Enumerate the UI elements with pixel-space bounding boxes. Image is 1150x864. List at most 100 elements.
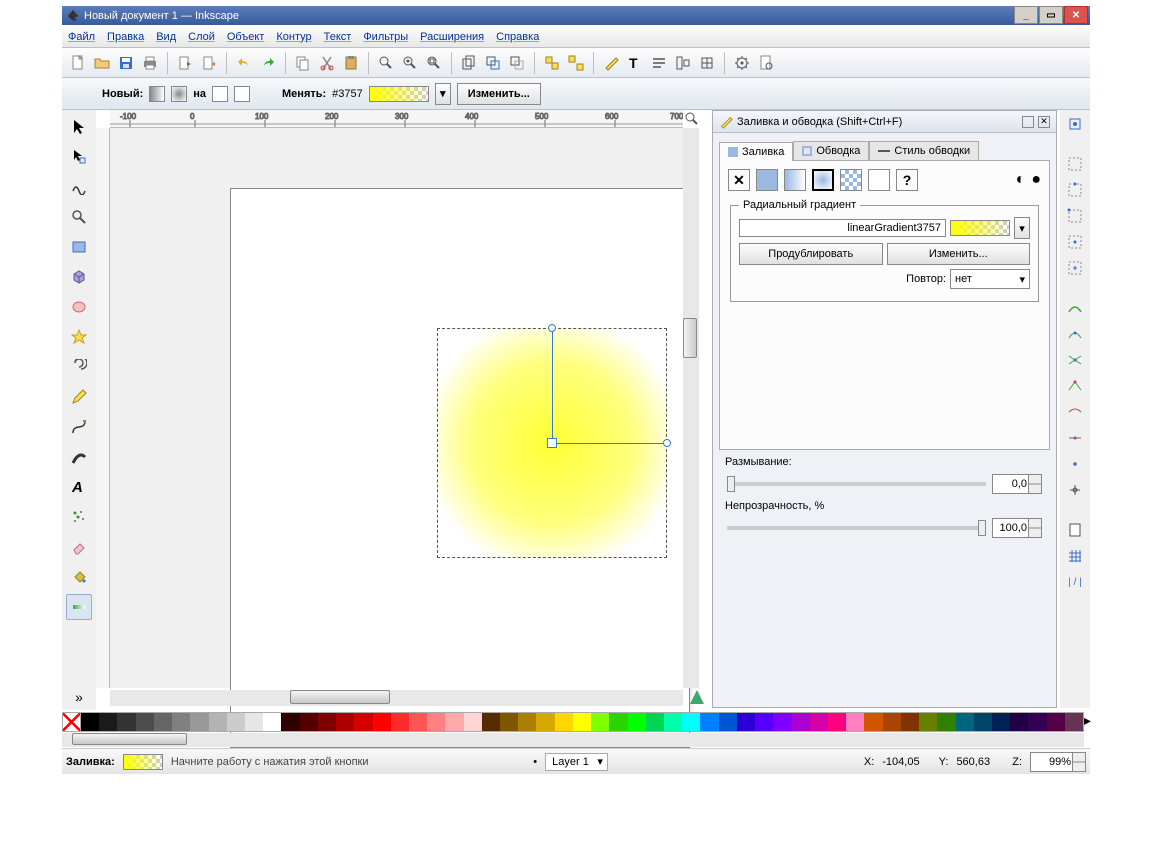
palette-swatch[interactable] [1047, 713, 1065, 731]
palette-swatch[interactable] [919, 713, 937, 731]
menu-help[interactable]: Справка [496, 31, 539, 43]
palette-swatch[interactable] [810, 713, 828, 731]
palette-swatch[interactable] [245, 713, 263, 731]
palette-swatch[interactable] [518, 713, 536, 731]
snap-bbox-edge-icon[interactable] [1065, 180, 1085, 200]
eraser-tool[interactable] [66, 534, 92, 560]
edit-gradient-button-panel[interactable]: Изменить... [887, 243, 1031, 265]
palette-swatch[interactable] [318, 713, 336, 731]
xml-editor-icon[interactable] [649, 53, 669, 73]
text-tool[interactable]: A [66, 474, 92, 500]
palette-scroll-right-icon[interactable]: ▸ [1084, 712, 1091, 729]
window-close-button[interactable]: ✕ [1064, 6, 1088, 24]
palette-swatch[interactable] [737, 713, 755, 731]
duplicate-icon[interactable] [459, 53, 479, 73]
menu-object[interactable]: Объект [227, 31, 264, 43]
menu-edit[interactable]: Правка [107, 31, 144, 43]
snap-bbox-corner-icon[interactable] [1065, 206, 1085, 226]
palette-swatch[interactable] [172, 713, 190, 731]
palette-swatch[interactable] [500, 713, 518, 731]
apply-to-fill-button[interactable] [212, 86, 228, 102]
gradient-center-handle[interactable] [547, 438, 557, 448]
ellipse-tool[interactable] [66, 294, 92, 320]
menu-filters[interactable]: Фильтры [363, 31, 408, 43]
snap-enable-icon[interactable] [1065, 114, 1085, 134]
redo-icon[interactable] [258, 53, 278, 73]
scrollbar-thumb[interactable] [683, 318, 697, 358]
menu-file[interactable]: Файл [68, 31, 95, 43]
paint-pattern-button[interactable] [840, 169, 862, 191]
fillrule-nonzero-icon[interactable]: ● [1031, 171, 1041, 189]
menu-extensions[interactable]: Расширения [420, 31, 484, 43]
palette-swatch[interactable] [190, 713, 208, 731]
tab-stroke-paint[interactable]: Обводка [793, 141, 869, 160]
tab-stroke-style[interactable]: Стиль обводки [869, 141, 979, 160]
palette-swatch[interactable] [901, 713, 919, 731]
canvas-vertical-scrollbar[interactable] [683, 128, 699, 688]
scrollbar-thumb[interactable] [72, 733, 187, 745]
zoom-page-icon[interactable] [424, 53, 444, 73]
paint-unknown-button[interactable]: ? [896, 169, 918, 191]
palette-swatch[interactable] [482, 713, 500, 731]
menu-view[interactable]: Вид [156, 31, 176, 43]
snap-guide-icon[interactable]: | / | [1065, 572, 1085, 592]
palette-swatch[interactable] [864, 713, 882, 731]
panel-detach-icon[interactable] [1022, 116, 1034, 128]
menu-text[interactable]: Текст [324, 31, 352, 43]
palette-swatch[interactable] [992, 713, 1010, 731]
gradient-tool[interactable] [66, 594, 92, 620]
paint-radial-button[interactable] [812, 169, 834, 191]
paste-icon[interactable] [341, 53, 361, 73]
snap-bbox-center-icon[interactable] [1065, 258, 1085, 278]
node-tool[interactable] [66, 144, 92, 170]
gradient-handle-line[interactable] [552, 328, 553, 443]
calligraphy-tool[interactable] [66, 444, 92, 470]
snap-smooth-icon[interactable] [1065, 402, 1085, 422]
canvas-horizontal-scrollbar[interactable] [110, 690, 683, 706]
fillrule-evenodd-icon[interactable]: ◐ [1016, 171, 1026, 189]
palette-swatch[interactable] [409, 713, 427, 731]
palette-swatch[interactable] [956, 713, 974, 731]
new-document-icon[interactable] [68, 53, 88, 73]
palette-swatch[interactable] [1010, 713, 1028, 731]
tweak-tool[interactable] [66, 174, 92, 200]
ungroup-icon[interactable] [566, 53, 586, 73]
edit-gradient-button[interactable]: Изменить... [457, 83, 541, 105]
blur-slider[interactable] [727, 482, 986, 486]
selector-tool[interactable] [66, 114, 92, 140]
apply-to-stroke-button[interactable] [234, 86, 250, 102]
window-minimize-button[interactable]: _ [1014, 6, 1038, 24]
menu-path[interactable]: Контур [276, 31, 311, 43]
gradient-select-dropdown[interactable]: ▾ [1014, 217, 1030, 239]
bezier-tool[interactable] [66, 414, 92, 440]
palette-swatch[interactable] [209, 713, 227, 731]
palette-swatch[interactable] [682, 713, 700, 731]
snap-node-icon[interactable] [1065, 298, 1085, 318]
palette-swatch[interactable] [99, 713, 117, 731]
text-dialog-icon[interactable]: T [625, 53, 645, 73]
scrollbar-thumb[interactable] [290, 690, 390, 704]
snap-object-center-icon[interactable] [1065, 454, 1085, 474]
palette-swatch[interactable] [136, 713, 154, 731]
palette-swatch[interactable] [646, 713, 664, 731]
opacity-slider[interactable] [727, 526, 986, 530]
palette-swatch[interactable] [1028, 713, 1046, 731]
palette-swatch[interactable] [792, 713, 810, 731]
zoom-drawing-icon[interactable] [400, 53, 420, 73]
zoom-selection-icon[interactable] [376, 53, 396, 73]
snap-path-icon[interactable] [1065, 324, 1085, 344]
open-document-icon[interactable] [92, 53, 112, 73]
more-tools-chevron[interactable]: » [66, 684, 92, 710]
palette-swatch[interactable] [664, 713, 682, 731]
palette-swatch[interactable] [81, 713, 99, 731]
unlink-clone-icon[interactable] [507, 53, 527, 73]
panel-close-icon[interactable]: ✕ [1038, 116, 1050, 128]
snap-grid-icon[interactable] [1065, 546, 1085, 566]
radial-gradient-new-button[interactable] [171, 86, 187, 102]
snap-page-border-icon[interactable] [1065, 520, 1085, 540]
palette-no-color[interactable] [63, 713, 81, 731]
zoom-tool[interactable] [66, 204, 92, 230]
palette-swatch[interactable] [974, 713, 992, 731]
blur-value-spinner[interactable]: 0,0 [992, 474, 1042, 494]
layer-selector[interactable]: Layer 1 [545, 753, 608, 771]
